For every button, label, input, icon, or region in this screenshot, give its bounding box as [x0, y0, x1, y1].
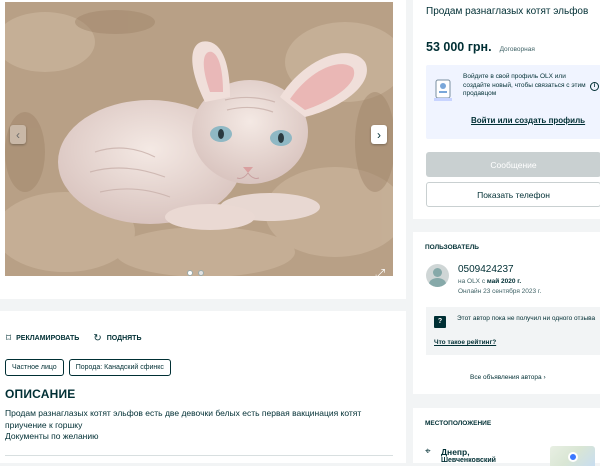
- description-line: Документы по желанию: [5, 431, 99, 441]
- all-ads-label: Все объявления автора: [470, 374, 542, 381]
- promote-label: РЕКЛАМИРОВАТЬ: [16, 335, 80, 342]
- gallery-dot[interactable]: [187, 270, 193, 276]
- price-row: 53 000 грн. Договорная: [426, 40, 535, 54]
- chevron-right-icon: ›: [543, 374, 546, 381]
- map-marker-icon: [568, 452, 578, 462]
- bookmark-icon: ⌑: [6, 333, 12, 344]
- user-since-prefix: на OLX с: [458, 278, 486, 285]
- user-card: ПОЛЬЗОВАТЕЛЬ 0509424237 на OLX с май 202…: [413, 232, 600, 394]
- expand-icon[interactable]: ⤢: [372, 266, 388, 282]
- gallery-pagination: [187, 270, 204, 276]
- tag-breed[interactable]: Порода: Канадский сфинкс: [68, 359, 171, 376]
- login-prompt-box: Войдите в свой профиль OLX или создайте …: [426, 65, 600, 139]
- gallery-next-button[interactable]: ›: [371, 125, 387, 144]
- location-map[interactable]: [550, 446, 595, 466]
- user-section-label: ПОЛЬЗОВАТЕЛЬ: [425, 244, 479, 251]
- rating-info-link[interactable]: Что такое рейтинг?: [434, 339, 496, 346]
- avatar-body: [429, 278, 446, 287]
- info-icon[interactable]: i: [590, 82, 599, 91]
- all-ads-link[interactable]: Все объявления автора ›: [470, 374, 546, 381]
- chevron-right-icon: ›: [377, 127, 381, 142]
- photo-gallery: ‹ › ⤢: [0, 0, 406, 299]
- promote-button[interactable]: ⌑ РЕКЛАМИРОВАТЬ: [6, 333, 79, 344]
- location-city: Днепр,: [441, 447, 470, 457]
- raise-label: ПОДНЯТЬ: [106, 335, 142, 342]
- gallery-dot[interactable]: [198, 270, 204, 276]
- description-title: ОПИСАНИЕ: [5, 387, 76, 401]
- question-icon: ?: [434, 316, 446, 328]
- description-line: приучение к горшку: [5, 419, 83, 430]
- user-online-status: Онлайн 23 сентября 2023 г.: [458, 288, 542, 295]
- rating-text: Этот автор пока не получил ни одного отз…: [457, 315, 596, 322]
- description-line: Продам разнаглазых котят эльфов есть две…: [5, 408, 362, 418]
- refresh-icon: ↻: [93, 333, 102, 344]
- location-section-label: МЕСТОПОЛОЖЕНИЕ: [425, 420, 492, 427]
- location-pin-icon: ⌖: [425, 446, 431, 457]
- location-card: МЕСТОПОЛОЖЕНИЕ ⌖ Днепр, Шевченковский: [413, 408, 600, 466]
- listing-photo[interactable]: [5, 2, 393, 276]
- negotiable-label: Договорная: [499, 46, 535, 53]
- tag-seller-type[interactable]: Частное лицо: [5, 359, 64, 376]
- user-since: на OLX с май 2020 г.: [458, 278, 521, 285]
- login-link[interactable]: Войти или создать профиль: [471, 116, 585, 125]
- avatar-head: [433, 268, 442, 277]
- listing-summary-card: Продам разнаглазых котят эльфов 53 000 г…: [413, 0, 600, 219]
- avatar[interactable]: [426, 264, 449, 287]
- show-phone-button[interactable]: Показать телефон: [426, 182, 600, 207]
- raise-button[interactable]: ↻ ПОДНЯТЬ: [93, 333, 141, 344]
- listing-details: ⌑ РЕКЛАМИРОВАТЬ ↻ ПОДНЯТЬ Частное лицо П…: [0, 311, 406, 463]
- user-since-date: май 2020 г.: [486, 278, 522, 285]
- listing-actions: ⌑ РЕКЛАМИРОВАТЬ ↻ ПОДНЯТЬ: [6, 333, 141, 344]
- divider: [5, 455, 393, 456]
- login-prompt-text: Войдите в свой профиль OLX или создайте …: [463, 73, 586, 97]
- listing-tags: Частное лицо Порода: Канадский сфинкс: [5, 359, 171, 376]
- cat-photo-illustration: [5, 2, 393, 276]
- message-button[interactable]: Сообщение: [426, 152, 600, 177]
- gallery-prev-button[interactable]: ‹: [10, 125, 26, 144]
- left-column: ‹ › ⤢ ⌑ РЕКЛАМИРОВАТЬ ↻ ПОДНЯТЬ Частное …: [0, 0, 406, 463]
- profile-illustration-icon: [434, 79, 452, 101]
- description-text: Продам разнаглазых котят эльфов есть две…: [5, 408, 385, 443]
- price: 53 000 грн.: [426, 40, 492, 54]
- rating-box: ? Этот автор пока не получил ни одного о…: [426, 307, 600, 355]
- chevron-left-icon: ‹: [16, 127, 20, 142]
- user-name[interactable]: 0509424237: [458, 264, 514, 275]
- listing-title: Продам разнаглазых котят эльфов: [426, 6, 589, 17]
